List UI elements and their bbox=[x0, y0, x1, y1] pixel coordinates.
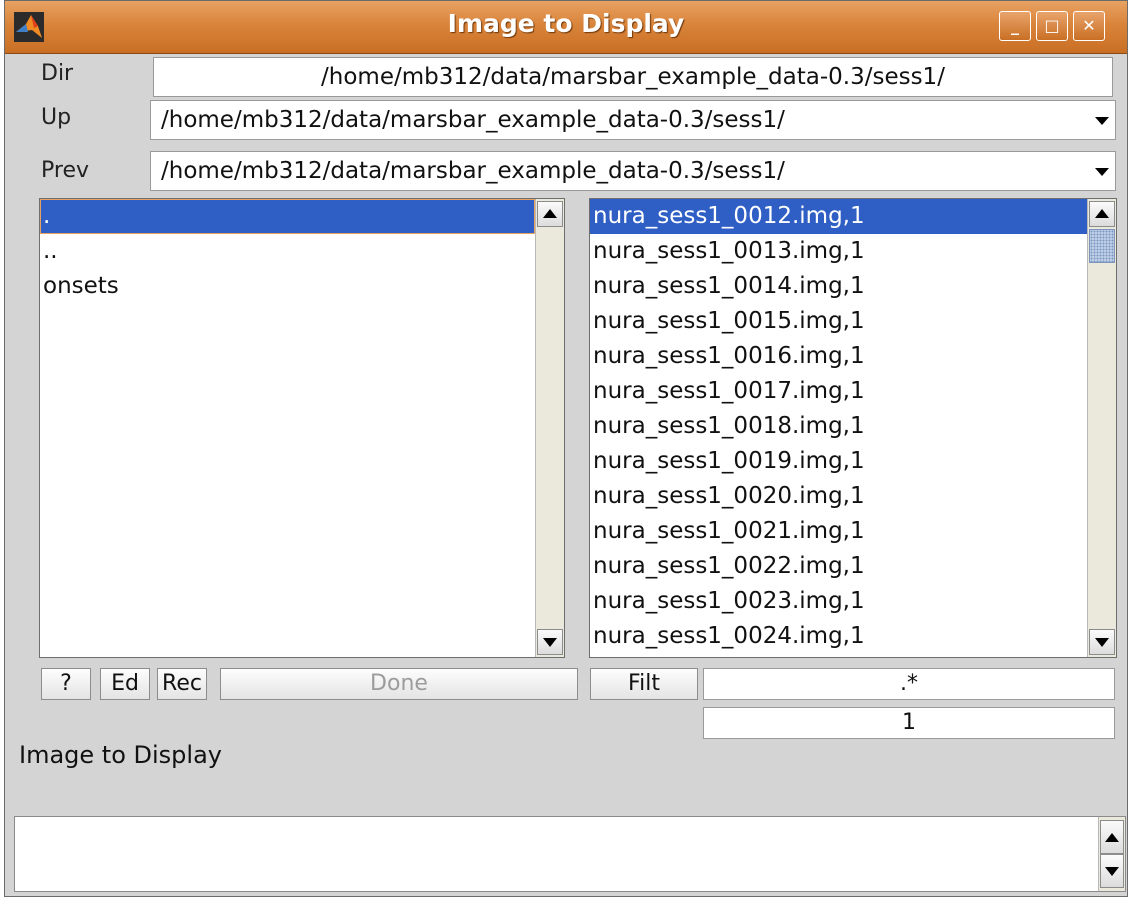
maximize-icon: □ bbox=[1044, 16, 1060, 35]
window: Image to Display _ □ ✕ Dir /home/mb312/d… bbox=[4, 0, 1128, 897]
up-dropdown-value: /home/mb312/data/marsbar_example_data-0.… bbox=[161, 107, 785, 133]
file-list[interactable]: nura_sess1_0012.img,1 nura_sess1_0013.img… bbox=[589, 198, 1117, 658]
prev-dropdown[interactable]: /home/mb312/data/marsbar_example_data-0.… bbox=[150, 151, 1116, 191]
maximize-button[interactable]: □ bbox=[1036, 11, 1068, 41]
prompt-text: Image to Display bbox=[19, 741, 222, 769]
chevron-down-icon bbox=[1095, 117, 1109, 125]
minimize-icon: _ bbox=[1011, 16, 1019, 35]
arrow-up-icon bbox=[1095, 209, 1109, 218]
directory-list-scrollbar[interactable] bbox=[535, 199, 564, 657]
file-list-item[interactable]: nura_sess1_0019.img,1 bbox=[590, 444, 1087, 479]
file-list-item[interactable]: nura_sess1_0012.img,1 bbox=[590, 199, 1087, 234]
help-button[interactable]: ? bbox=[41, 668, 91, 700]
directory-list[interactable]: ... onsets bbox=[39, 198, 565, 658]
file-list-item[interactable]: nura_sess1_0014.img,1 bbox=[590, 269, 1087, 304]
scroll-up-button[interactable] bbox=[537, 201, 563, 227]
up-dropdown[interactable]: /home/mb312/data/marsbar_example_data-0.… bbox=[150, 100, 1116, 140]
dir-field[interactable]: /home/mb312/data/marsbar_example_data-0.… bbox=[153, 57, 1113, 97]
rec-button[interactable]: Rec bbox=[157, 668, 207, 700]
up-label: Up bbox=[41, 105, 72, 130]
file-list-scrollbar[interactable] bbox=[1087, 199, 1116, 657]
prev-dropdown-value: /home/mb312/data/marsbar_example_data-0.… bbox=[161, 158, 785, 184]
scroll-down-button[interactable] bbox=[1089, 629, 1115, 655]
scrollbar-thumb[interactable] bbox=[1089, 229, 1115, 263]
window-title: Image to Display bbox=[447, 9, 685, 38]
done-button[interactable]: Done bbox=[220, 668, 578, 700]
filter-field[interactable]: .* bbox=[703, 668, 1115, 700]
file-list-item[interactable]: nura_sess1_0023.img,1 bbox=[590, 584, 1087, 619]
frame-number-field[interactable]: 1 bbox=[703, 707, 1115, 739]
directory-list-item[interactable]: . bbox=[40, 199, 535, 234]
ed-button[interactable]: Ed bbox=[100, 668, 150, 700]
directory-list-item[interactable]: onsets bbox=[40, 269, 535, 304]
prev-label: Prev bbox=[41, 158, 89, 183]
message-area-scrollbar[interactable] bbox=[1098, 817, 1125, 891]
directory-list-item[interactable]: .. bbox=[40, 234, 535, 269]
file-list-item[interactable]: nura_sess1_0022.img,1 bbox=[590, 549, 1087, 584]
minimize-button[interactable]: _ bbox=[999, 11, 1031, 41]
file-list-item[interactable]: nura_sess1_0020.img,1 bbox=[590, 479, 1087, 514]
arrow-down-icon bbox=[543, 638, 557, 647]
scroll-down-button[interactable] bbox=[537, 629, 563, 655]
file-list-item[interactable]: nura_sess1_0021.img,1 bbox=[590, 514, 1087, 549]
title-bar[interactable]: Image to Display _ □ ✕ bbox=[5, 1, 1127, 54]
arrow-down-icon bbox=[1105, 867, 1119, 876]
message-area[interactable] bbox=[14, 816, 1126, 892]
file-list-items: nura_sess1_0012.img,1 nura_sess1_0013.img… bbox=[590, 199, 1087, 654]
file-list-item[interactable]: nura_sess1_0017.img,1 bbox=[590, 374, 1087, 409]
directory-list-items: ... onsets bbox=[40, 199, 535, 304]
file-list-item[interactable]: nura_sess1_0013.img,1 bbox=[590, 234, 1087, 269]
chevron-down-icon bbox=[1095, 168, 1109, 176]
scroll-up-button[interactable] bbox=[1089, 201, 1115, 227]
arrow-up-icon bbox=[1105, 833, 1119, 842]
scroll-down-button[interactable] bbox=[1100, 854, 1124, 888]
arrow-down-icon bbox=[1095, 638, 1109, 647]
close-button[interactable]: ✕ bbox=[1073, 11, 1105, 41]
close-icon: ✕ bbox=[1082, 16, 1096, 35]
dir-label: Dir bbox=[41, 61, 74, 86]
file-list-item[interactable]: nura_sess1_0018.img,1 bbox=[590, 409, 1087, 444]
file-list-item[interactable]: nura_sess1_0016.img,1 bbox=[590, 339, 1087, 374]
file-list-item[interactable]: nura_sess1_0015.img,1 bbox=[590, 304, 1087, 339]
file-list-item[interactable]: nura_sess1_0024.img,1 bbox=[590, 619, 1087, 654]
filter-button[interactable]: Filt bbox=[590, 668, 698, 700]
scroll-up-button[interactable] bbox=[1100, 820, 1124, 854]
arrow-up-icon bbox=[543, 209, 557, 218]
